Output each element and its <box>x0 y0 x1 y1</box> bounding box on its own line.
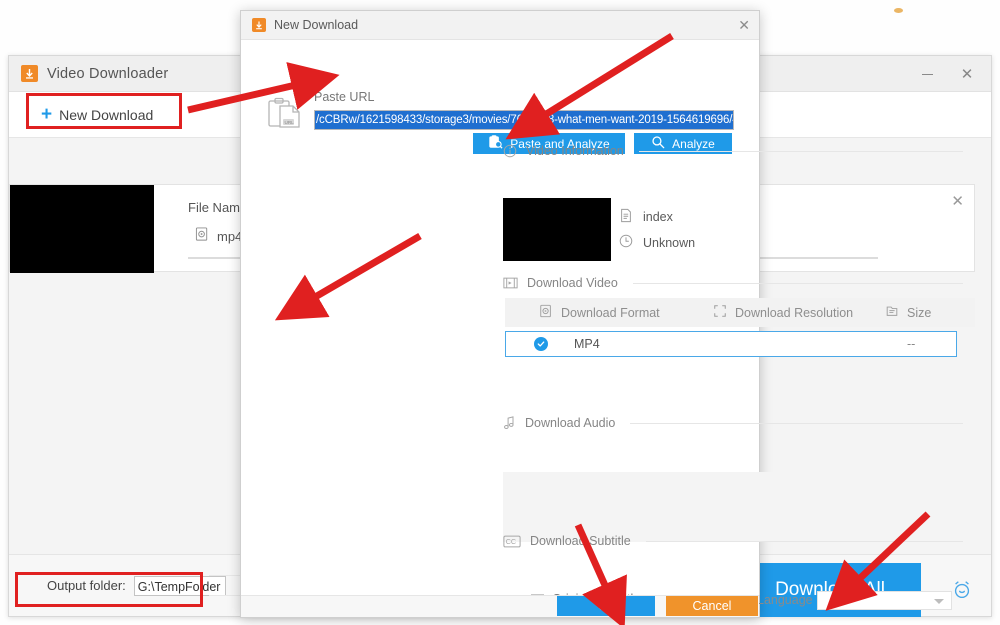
clock-icon <box>619 234 633 251</box>
output-folder-input[interactable]: G:\TempFolder <box>133 575 226 596</box>
info-icon <box>503 144 517 158</box>
minimize-button[interactable] <box>907 56 947 92</box>
svg-text:URL: URL <box>285 120 295 125</box>
output-folder-group: Output folder: G:\TempFolder <box>47 575 226 596</box>
url-input[interactable]: /cCBRw/1621598433/storage3/movies/763496… <box>314 110 734 130</box>
dialog-footer: Ok Cancel <box>241 595 759 617</box>
main-window-title: Video Downloader <box>47 65 169 82</box>
video-name-row: index <box>619 208 673 226</box>
close-icon[interactable]: ✕ <box>947 56 987 92</box>
section-rule <box>632 282 963 284</box>
download-subtitle-label: Download Subtitle <box>530 534 631 548</box>
video-information-label: Video Information <box>526 144 624 158</box>
cell-size: -- <box>907 337 916 351</box>
paste-url-label: Paste URL <box>314 90 375 104</box>
download-audio-section-header: Download Audio <box>503 416 963 430</box>
clipboard-search-icon <box>488 134 503 153</box>
video-file-icon <box>195 227 210 245</box>
column-label: Download Format <box>561 305 660 320</box>
download-video-label: Download Video <box>527 276 618 290</box>
video-name-value: index <box>643 210 673 224</box>
download-video-section-header: Download Video <box>503 276 963 290</box>
dialog-close-icon[interactable]: ✕ <box>738 17 750 34</box>
card-format: mp4 <box>195 227 242 245</box>
table-row[interactable]: MP4 -- <box>505 331 957 357</box>
dialog-titlebar: New Download ✕ <box>241 11 759 40</box>
video-thumbnail <box>10 185 154 273</box>
url-input-value: /cCBRw/1621598433/storage3/movies/763496… <box>315 111 733 129</box>
download-subtitle-section-header: CC Download Subtitle <box>503 534 963 548</box>
language-select[interactable] <box>817 591 952 610</box>
video-duration-row: Unknown <box>619 234 695 251</box>
film-icon <box>503 276 518 290</box>
column-download-resolution: Download Resolution <box>713 304 885 321</box>
closed-caption-icon: CC <box>503 535 521 548</box>
dialog-title: New Download <box>274 18 359 32</box>
check-circle-icon[interactable] <box>534 337 548 351</box>
section-rule <box>645 540 963 542</box>
dialog-body: URL Paste URL /cCBRw/1621598433/storage3… <box>241 40 975 610</box>
resize-frame-icon <box>713 304 727 321</box>
window-controls: ✕ <box>907 56 987 92</box>
new-download-dialog: New Download ✕ URL Paste URL /cCBRw/1621… <box>240 10 975 618</box>
section-rule <box>638 150 963 152</box>
column-download-format: Download Format <box>539 304 713 321</box>
column-label: Size <box>907 305 932 320</box>
document-icon <box>619 208 633 226</box>
cell-format: MP4 <box>574 337 600 351</box>
column-size: Size <box>885 304 965 321</box>
video-duration-value: Unknown <box>643 235 696 250</box>
download-video-table-header: Download Format Download Resolution Size <box>505 298 975 327</box>
download-audio-label: Download Audio <box>525 416 616 430</box>
clipboard-url-icon: URL <box>267 97 305 133</box>
download-audio-panel <box>503 472 975 542</box>
download-arrow-icon <box>21 65 38 82</box>
music-note-icon <box>503 416 516 430</box>
cancel-button[interactable]: Cancel <box>666 596 758 616</box>
plus-icon: + <box>41 104 53 125</box>
column-label: Download Resolution <box>735 305 854 320</box>
download-arrow-icon <box>252 18 266 32</box>
screenshot-root: Video Downloader ✕ + New Download File N… <box>0 0 1000 625</box>
video-information-section-header: Video Information <box>503 144 963 158</box>
orange-speck <box>894 8 903 13</box>
section-rule <box>630 422 963 424</box>
ok-button[interactable]: Ok <box>557 596 655 616</box>
card-close-icon[interactable]: ✕ <box>951 192 964 210</box>
output-folder-label: Output folder: <box>47 578 126 593</box>
video-file-icon <box>539 304 553 321</box>
file-list-icon <box>885 304 899 321</box>
video-information-thumbnail <box>503 198 611 261</box>
language-label: Language <box>757 593 813 607</box>
card-format-label: mp4 <box>217 228 243 244</box>
chevron-down-icon <box>934 599 944 604</box>
svg-text:CC: CC <box>506 537 516 546</box>
new-download-label: New Download <box>59 106 154 123</box>
new-download-button[interactable]: + New Download <box>31 99 163 130</box>
